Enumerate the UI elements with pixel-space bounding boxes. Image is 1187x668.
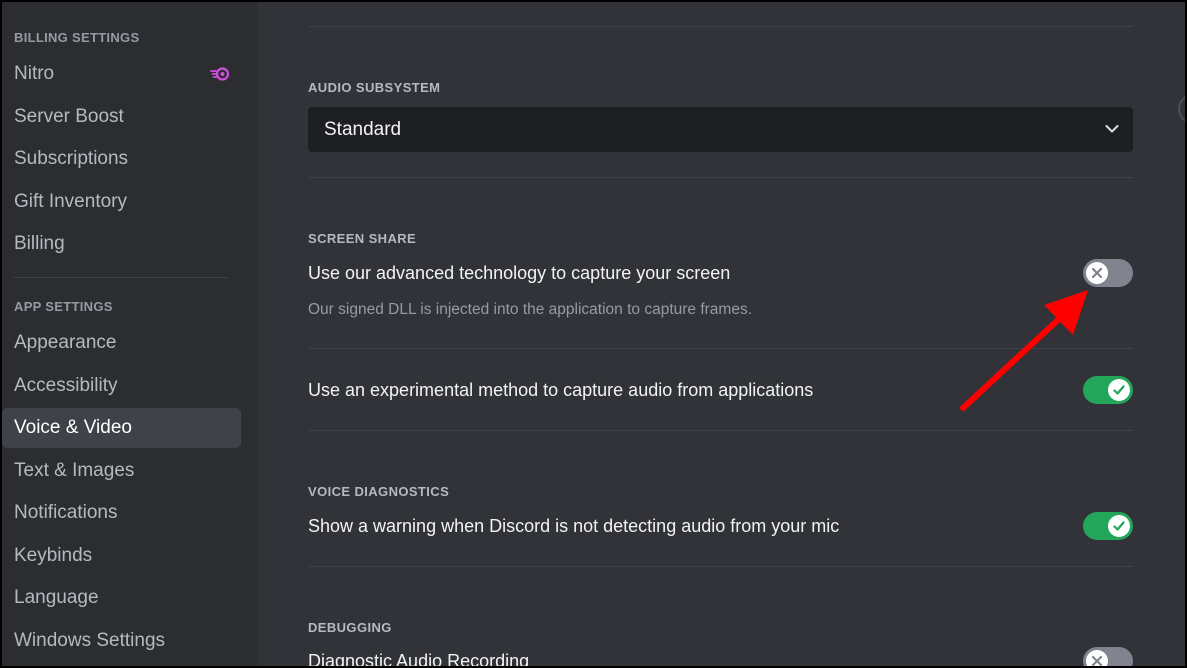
sidebar-item-label: Keybinds (14, 545, 93, 566)
settings-window: BILLING SETTINGS Nitro Server Boost Subs… (2, 2, 1185, 666)
audio-subsystem-value: Standard (324, 119, 402, 140)
sidebar-item-text-images[interactable]: Text & Images (2, 451, 241, 491)
mic-warning-label: Show a warning when Discord is not detec… (308, 516, 840, 536)
experimental-audio-toggle[interactable] (1083, 376, 1133, 404)
toggle-knob (1086, 262, 1108, 284)
screen-share-header: SCREEN SHARE (308, 231, 417, 246)
voice-diagnostics-header: VOICE DIAGNOSTICS (308, 484, 450, 499)
advanced-capture-label: Use our advanced technology to capture y… (308, 263, 731, 283)
sidebar-item-label: Appearance (14, 332, 117, 353)
section-divider (308, 566, 1133, 567)
sidebar-item-windows-settings[interactable]: Windows Settings (2, 621, 241, 661)
sidebar-item-label: Language (14, 587, 99, 608)
experimental-audio-label: Use an experimental method to capture au… (308, 380, 814, 400)
chevron-down-icon (1105, 125, 1119, 133)
sidebar-item-appearance[interactable]: Appearance (2, 323, 241, 363)
sidebar-item-label: Subscriptions (14, 148, 129, 169)
sidebar-item-voice-video[interactable]: Voice & Video (2, 408, 241, 448)
mic-warning-toggle[interactable] (1083, 512, 1133, 540)
sidebar-item-billing[interactable]: Billing (2, 224, 241, 264)
diagnostic-recording-label: Diagnostic Audio Recording (308, 651, 530, 666)
sidebar-item-label: Server Boost (14, 106, 124, 127)
debugging-header: DEBUGGING (308, 620, 392, 635)
toggle-knob (1086, 650, 1108, 666)
sidebar-item-server-boost[interactable]: Server Boost (2, 97, 241, 137)
close-button-edge[interactable] (1178, 94, 1185, 124)
sidebar-item-label: Accessibility (14, 375, 118, 396)
nitro-icon (210, 67, 230, 81)
section-divider (308, 348, 1133, 349)
sidebar-item-label: Billing (14, 233, 65, 254)
toggle-knob (1108, 379, 1130, 401)
x-icon (1091, 267, 1103, 279)
sidebar-item-label: Voice & Video (14, 417, 132, 438)
sidebar-item-label: Gift Inventory (14, 191, 127, 212)
sidebar-item-language[interactable]: Language (2, 578, 241, 618)
checkmark-icon (1113, 521, 1125, 531)
section-divider (308, 177, 1133, 178)
sidebar-divider (14, 277, 228, 278)
settings-sidebar: BILLING SETTINGS Nitro Server Boost Subs… (2, 2, 258, 666)
advanced-capture-toggle[interactable] (1083, 259, 1133, 287)
app-settings-header: APP SETTINGS (14, 299, 113, 314)
sidebar-item-keybinds[interactable]: Keybinds (2, 536, 241, 576)
checkmark-icon (1113, 385, 1125, 395)
toggle-knob (1108, 515, 1130, 537)
sidebar-item-notifications[interactable]: Notifications (2, 493, 241, 533)
sidebar-item-label: Text & Images (14, 460, 135, 481)
diagnostic-recording-toggle[interactable] (1083, 647, 1133, 666)
section-divider (308, 26, 1133, 27)
advanced-capture-description: Our signed DLL is injected into the appl… (308, 301, 753, 318)
billing-settings-header: BILLING SETTINGS (14, 30, 140, 45)
sidebar-item-subscriptions[interactable]: Subscriptions (2, 139, 241, 179)
sidebar-item-nitro[interactable]: Nitro (2, 54, 241, 94)
sidebar-item-label: Windows Settings (14, 630, 166, 651)
audio-subsystem-select[interactable]: Standard (308, 107, 1133, 152)
voice-video-settings-content: AUDIO SUBSYSTEM Standard SCREEN SHARE Us… (258, 2, 1185, 666)
sidebar-item-accessibility[interactable]: Accessibility (2, 366, 241, 406)
x-icon (1091, 655, 1103, 666)
audio-subsystem-header: AUDIO SUBSYSTEM (308, 80, 441, 95)
sidebar-item-gift-inventory[interactable]: Gift Inventory (2, 182, 241, 222)
sidebar-item-label: Nitro (14, 63, 55, 84)
sidebar-item-label: Notifications (14, 502, 118, 523)
section-divider (308, 430, 1133, 431)
